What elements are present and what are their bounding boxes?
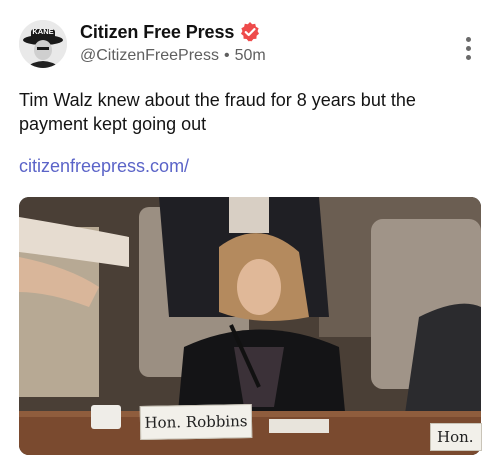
avatar-label: KANE: [32, 27, 53, 36]
author-display-name[interactable]: Citizen Free Press: [80, 22, 234, 43]
nameplate-primary: Hon. Robbins: [139, 404, 253, 440]
more-vertical-icon: [465, 36, 471, 42]
more-options-button[interactable]: [457, 32, 479, 64]
verified-badge-icon: [239, 21, 261, 43]
meta-separator: •: [223, 47, 230, 64]
avatar[interactable]: KANE: [19, 20, 67, 68]
author-row: Citizen Free Press: [80, 21, 261, 43]
post-link[interactable]: citizenfreepress.com/: [19, 156, 189, 177]
post-text: Tim Walz knew about the fraud for 8 year…: [19, 90, 416, 134]
post-timestamp[interactable]: 50m: [235, 47, 266, 64]
post-card[interactable]: KANE Citizen Free Press @CitizenFreePres…: [0, 0, 500, 471]
author-meta: @CitizenFreePress • 50m: [80, 47, 266, 65]
nameplate-secondary: Hon.: [430, 423, 482, 451]
author-handle[interactable]: @CitizenFreePress: [80, 47, 219, 64]
